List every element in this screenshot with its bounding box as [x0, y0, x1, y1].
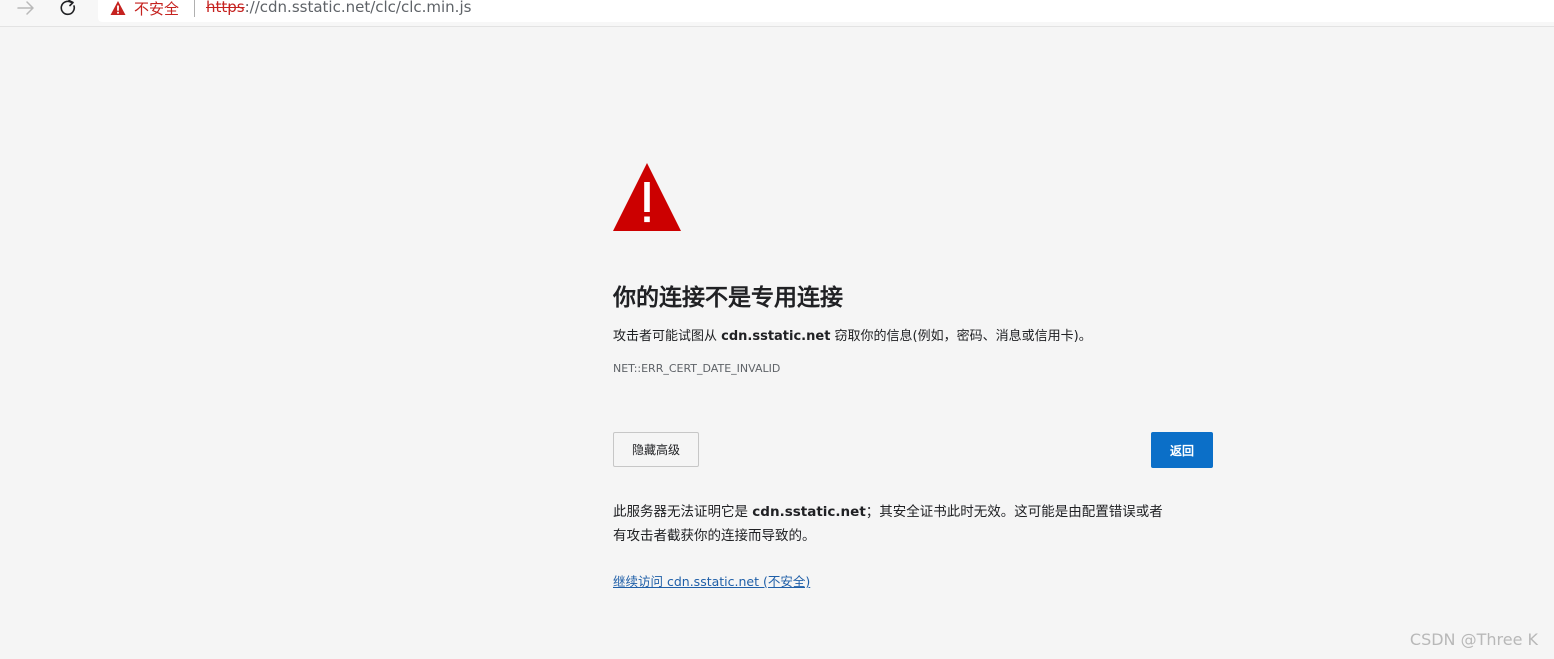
- address-separator: [194, 0, 195, 17]
- url-scheme: https: [206, 0, 245, 16]
- intro-host: cdn.sstatic.net: [721, 329, 831, 344]
- details-text: 此服务器无法证明它是 cdn.sstatic.net；其安全证书此时无效。这可能…: [613, 500, 1213, 548]
- details-before: 此服务器无法证明它是: [613, 504, 753, 520]
- security-status-label[interactable]: 不安全: [134, 0, 179, 19]
- arrow-right-icon[interactable]: [14, 0, 38, 18]
- proceed-unsafe-link[interactable]: 继续访问 cdn.sstatic.net (不安全): [613, 571, 810, 590]
- warning-triangle-icon[interactable]: [110, 0, 126, 16]
- details-line-1: 此服务器无法证明它是 cdn.sstatic.net；其安全证书此时无效。这可能…: [613, 500, 1213, 524]
- watermark: CSDN @Three K: [1409, 630, 1538, 649]
- reload-icon[interactable]: [58, 0, 80, 18]
- intro-after: 窃取你的信息(例如，密码、消息或信用卡)。: [830, 329, 1092, 344]
- details-line-2: 有攻击者截获你的连接而导致的。: [613, 528, 816, 544]
- details-after: ；其安全证书此时无效。这可能是由配置错误或者: [865, 504, 1163, 520]
- browser-toolbar: 不安全 https://cdn.sstatic.net/clc/clc.min.…: [0, 0, 1554, 27]
- intro-before: 攻击者可能试图从: [613, 329, 722, 344]
- url-text[interactable]: https://cdn.sstatic.net/clc/clc.min.js: [206, 0, 471, 16]
- warning-triangle-icon: [612, 162, 682, 232]
- address-bar[interactable]: 不安全 https://cdn.sstatic.net/clc/clc.min.…: [98, 0, 1554, 22]
- details-host: cdn.sstatic.net: [752, 504, 866, 520]
- back-button[interactable]: 返回: [1151, 432, 1213, 468]
- url-rest: ://cdn.sstatic.net/clc/clc.min.js: [244, 0, 472, 16]
- hide-advanced-button[interactable]: 隐藏高级: [613, 432, 699, 467]
- page-title: 你的连接不是专用连接: [613, 285, 843, 311]
- intro-text: 攻击者可能试图从 cdn.sstatic.net 窃取你的信息(例如，密码、消息…: [613, 325, 1092, 344]
- error-code: NET::ERR_CERT_DATE_INVALID: [613, 362, 781, 375]
